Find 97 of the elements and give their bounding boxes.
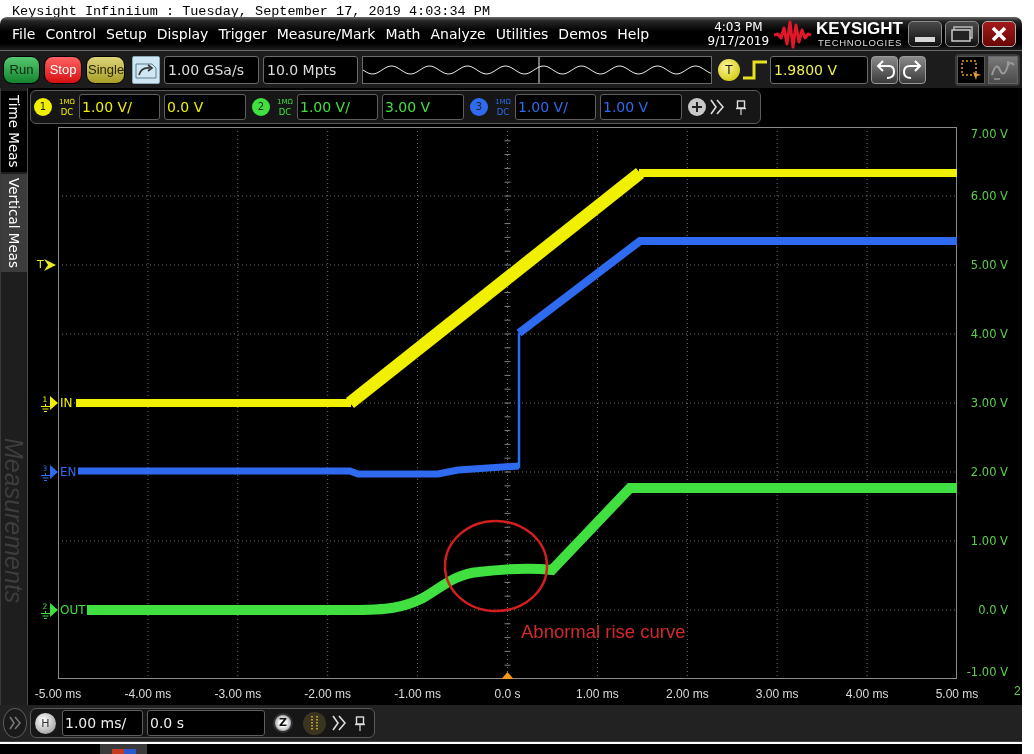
menu-item[interactable]: File (12, 24, 36, 43)
axis-label: 5.00 ms (935, 687, 979, 701)
waveform-icon (991, 58, 1015, 81)
wave-logo-icon (774, 18, 812, 49)
axis-label: 0.0 s (494, 687, 521, 701)
menu-item[interactable]: Setup (106, 24, 147, 43)
close-button[interactable] (982, 20, 1016, 47)
axis-label: 2.00 ms (665, 687, 709, 701)
ground-icon (40, 611, 50, 619)
axis-label: 3.00 ms (755, 687, 799, 701)
axis-label: 2.00 V (970, 465, 1008, 479)
menu-item[interactable]: Trigger (218, 24, 267, 43)
coupling-label: DC (496, 106, 510, 117)
undo-icon (874, 59, 895, 80)
scale-field[interactable]: 1.00 V/ (297, 94, 378, 120)
scale-field[interactable]: 1.00 V/ (515, 94, 596, 120)
zoom-button[interactable]: Z (273, 713, 293, 733)
offset-field[interactable]: 0.0 V (164, 94, 246, 120)
dotted-box-cursor-icon (960, 58, 982, 81)
ground-icon (40, 473, 50, 481)
axis-label: 1.00 V (970, 534, 1008, 548)
coupling-label: DC (278, 106, 292, 117)
menu-item[interactable]: Analyze (430, 24, 486, 43)
sidebar-tab[interactable]: Vertical Meas (1, 173, 27, 272)
curved-arrow-icon (135, 60, 157, 79)
run-button[interactable]: Run (3, 55, 40, 84)
double-chevron-icon[interactable] (710, 99, 724, 115)
axis-label: -5.00 ms (34, 687, 82, 701)
minimize-icon (915, 36, 935, 42)
clock-time: 4:03 PM (714, 19, 763, 34)
axis-label: -1.00 V (966, 665, 1008, 679)
axis-label: 4.00 ms (845, 687, 889, 701)
axis-label: 7.00 V (970, 127, 1008, 141)
menu-item[interactable]: Control (45, 24, 97, 43)
single-button[interactable]: Single (86, 55, 125, 84)
axis-label: -1.00 ms (394, 687, 441, 701)
menu-item[interactable]: Measure/Mark (276, 24, 376, 43)
restore-icon (951, 25, 973, 42)
time-scale-field[interactable]: 1.00 ms/ (62, 710, 143, 736)
clock-date: 9/17/2019 (707, 33, 770, 48)
minimize-button[interactable] (908, 20, 942, 47)
ground-icon (40, 404, 50, 412)
axis-label: -2.00 ms (304, 687, 352, 701)
menu-item[interactable]: Math (385, 24, 421, 43)
axis-label: -4.00 ms (124, 687, 172, 701)
menu-item[interactable]: Display (156, 24, 209, 43)
coupling-label: DC (60, 106, 74, 117)
channel-button[interactable]: 1 (34, 98, 52, 116)
time-position-field[interactable]: 0.0 s (147, 710, 265, 736)
trigger-level-field[interactable]: 1.9800 V (770, 55, 868, 84)
annotation-text: Abnormal rise curve (521, 621, 686, 643)
redo-icon (902, 59, 923, 80)
expand-button[interactable] (3, 708, 27, 738)
trigger-label: T (37, 258, 44, 272)
window-title: Keysight Infiniium : Tuesday, September 17, 2019 4:03:34 PM (12, 3, 490, 20)
axis-label: 5.00 V (970, 258, 1008, 272)
offset-field[interactable]: 3.00 V (382, 94, 464, 120)
marker-arrow-icon (43, 259, 56, 271)
dotted-lines-icon[interactable] (303, 711, 326, 735)
menu-item[interactable]: Utilities (495, 24, 549, 43)
undo-button[interactable] (871, 55, 898, 84)
channel-button[interactable]: 2 (252, 98, 270, 116)
plus-icon[interactable] (688, 98, 706, 116)
double-chevron-icon (9, 716, 21, 730)
menu-item[interactable]: Help (617, 24, 650, 43)
axis-channel-label: 2 (1014, 684, 1021, 698)
sidebar-tab[interactable]: Time Meas (1, 91, 27, 172)
trace-label: EN (60, 465, 78, 479)
scale-field[interactable]: 1.00 V/ (79, 94, 160, 120)
axis-label: 1.00 ms (576, 687, 619, 701)
pin-icon[interactable] (736, 99, 746, 115)
waveform-button[interactable] (988, 55, 1018, 84)
trace-label: IN (60, 396, 74, 410)
brand-name: KEYSIGHT (816, 19, 903, 37)
zoom-box-button[interactable] (957, 55, 985, 84)
double-chevron-icon[interactable] (332, 715, 346, 731)
menu-item[interactable]: Demos (558, 24, 608, 43)
axis-label: 3.00 V (970, 396, 1008, 410)
close-icon (991, 25, 1007, 42)
restore-button[interactable] (945, 20, 979, 47)
pin-icon[interactable] (355, 715, 365, 731)
memory-depth-field[interactable]: 10.0 Mpts (263, 55, 358, 84)
trigger-source-button[interactable]: T (718, 58, 740, 81)
offset-field[interactable]: 1.00 V (600, 94, 682, 120)
axis-label: -3.00 ms (214, 687, 262, 701)
axis-label: 0.0 V (978, 603, 1008, 617)
sample-rate-field[interactable]: 1.00 GSa/s (164, 55, 259, 84)
axis-label: 4.00 V (970, 327, 1008, 341)
trace-label: OUT (60, 603, 87, 617)
autoscale-button[interactable] (132, 55, 160, 84)
trigger-position-icon (501, 672, 514, 679)
axis-label: 6.00 V (970, 189, 1008, 203)
rising-edge-icon (743, 59, 767, 80)
stop-button[interactable]: Stop (44, 55, 82, 84)
redo-button[interactable] (899, 55, 926, 84)
horizontal-button[interactable]: H (35, 712, 56, 734)
brand-tagline: TECHNOLOGIES (818, 36, 903, 48)
